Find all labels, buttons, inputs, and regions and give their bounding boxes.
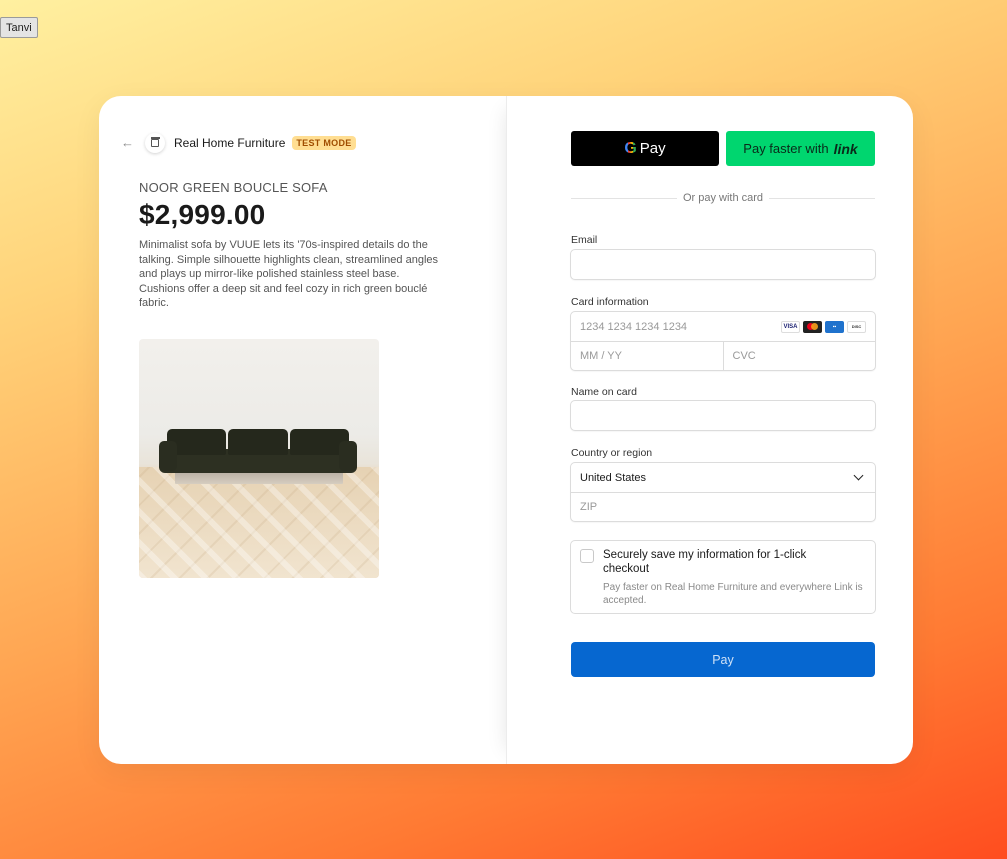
- zip-field[interactable]: ZIP: [571, 492, 875, 521]
- country-value: United States: [580, 471, 647, 484]
- store-name[interactable]: Real Home Furniture: [174, 136, 285, 150]
- user-name-tag: Tanvi: [0, 17, 38, 38]
- product-price: $2,999.00: [139, 199, 266, 230]
- link-logo: link: [833, 140, 858, 157]
- product-image: [139, 339, 379, 578]
- test-mode-badge: TEST MODE: [292, 136, 356, 150]
- payment-panel: G Pay Pay faster with link Or pay with c…: [506, 96, 913, 764]
- save-info-checkbox[interactable]: [580, 549, 594, 563]
- sofa-arm-graphic: [159, 441, 177, 471]
- chevron-down-icon: [853, 470, 864, 481]
- card-info-label: Card information: [571, 296, 649, 308]
- google-pay-button[interactable]: G Pay: [571, 131, 719, 166]
- card-number-field[interactable]: 1234 1234 1234 1234 VISA ▪▪ DISC: [571, 312, 875, 341]
- express-pay-buttons: G Pay Pay faster with link: [571, 131, 875, 166]
- link-pay-button[interactable]: Pay faster with link: [726, 131, 875, 166]
- name-on-card-field[interactable]: [570, 400, 876, 431]
- address-group: United States ZIP: [570, 462, 876, 522]
- country-label: Country or region: [571, 447, 653, 459]
- card-info-group: 1234 1234 1234 1234 VISA ▪▪ DISC MM / YY…: [570, 311, 876, 371]
- discover-icon: DISC: [847, 320, 866, 333]
- country-select[interactable]: United States: [571, 463, 875, 492]
- arrow-left-icon[interactable]: ←: [121, 133, 135, 153]
- visa-icon: VISA: [781, 320, 800, 333]
- checkout-card: ← Real Home Furniture TEST MODE NOOR GRE…: [99, 96, 913, 764]
- save-info-subtitle: Pay faster on Real Home Furniture and ev…: [603, 582, 863, 606]
- product-name: NOOR GREEN BOUCLE SOFA: [139, 180, 328, 195]
- sofa-back-graphic: [167, 429, 349, 455]
- google-pay-label: Pay: [639, 140, 666, 157]
- mastercard-icon: [803, 320, 822, 333]
- merchant-header: ← Real Home Furniture TEST MODE: [121, 133, 356, 153]
- amex-icon: ▪▪: [825, 320, 844, 333]
- email-field[interactable]: [570, 249, 876, 280]
- save-info-title: Securely save my information for 1-click…: [603, 549, 807, 575]
- card-number-placeholder: 1234 1234 1234 1234: [580, 320, 688, 333]
- expiry-cvc-row: MM / YY CVC: [571, 341, 876, 371]
- product-description: Minimalist sofa by VUUE lets its '70s-in…: [139, 239, 439, 309]
- save-info-box[interactable]: Securely save my information for 1-click…: [570, 540, 876, 614]
- link-pay-label: Pay faster with: [743, 141, 829, 156]
- or-divider: Or pay with card: [571, 192, 875, 204]
- expiry-field[interactable]: MM / YY: [571, 342, 723, 371]
- google-g-icon: G: [624, 139, 637, 157]
- cvc-field[interactable]: CVC: [722, 341, 876, 371]
- name-on-card-label: Name on card: [571, 386, 637, 398]
- card-brands: VISA ▪▪ DISC: [781, 320, 866, 333]
- divider-text: Or pay with card: [682, 192, 764, 204]
- product-panel: ← Real Home Furniture TEST MODE NOOR GRE…: [99, 96, 506, 764]
- sofa-arm-graphic: [339, 441, 357, 471]
- pay-button[interactable]: Pay: [571, 642, 875, 677]
- store-icon: [145, 133, 165, 153]
- email-label: Email: [571, 234, 598, 246]
